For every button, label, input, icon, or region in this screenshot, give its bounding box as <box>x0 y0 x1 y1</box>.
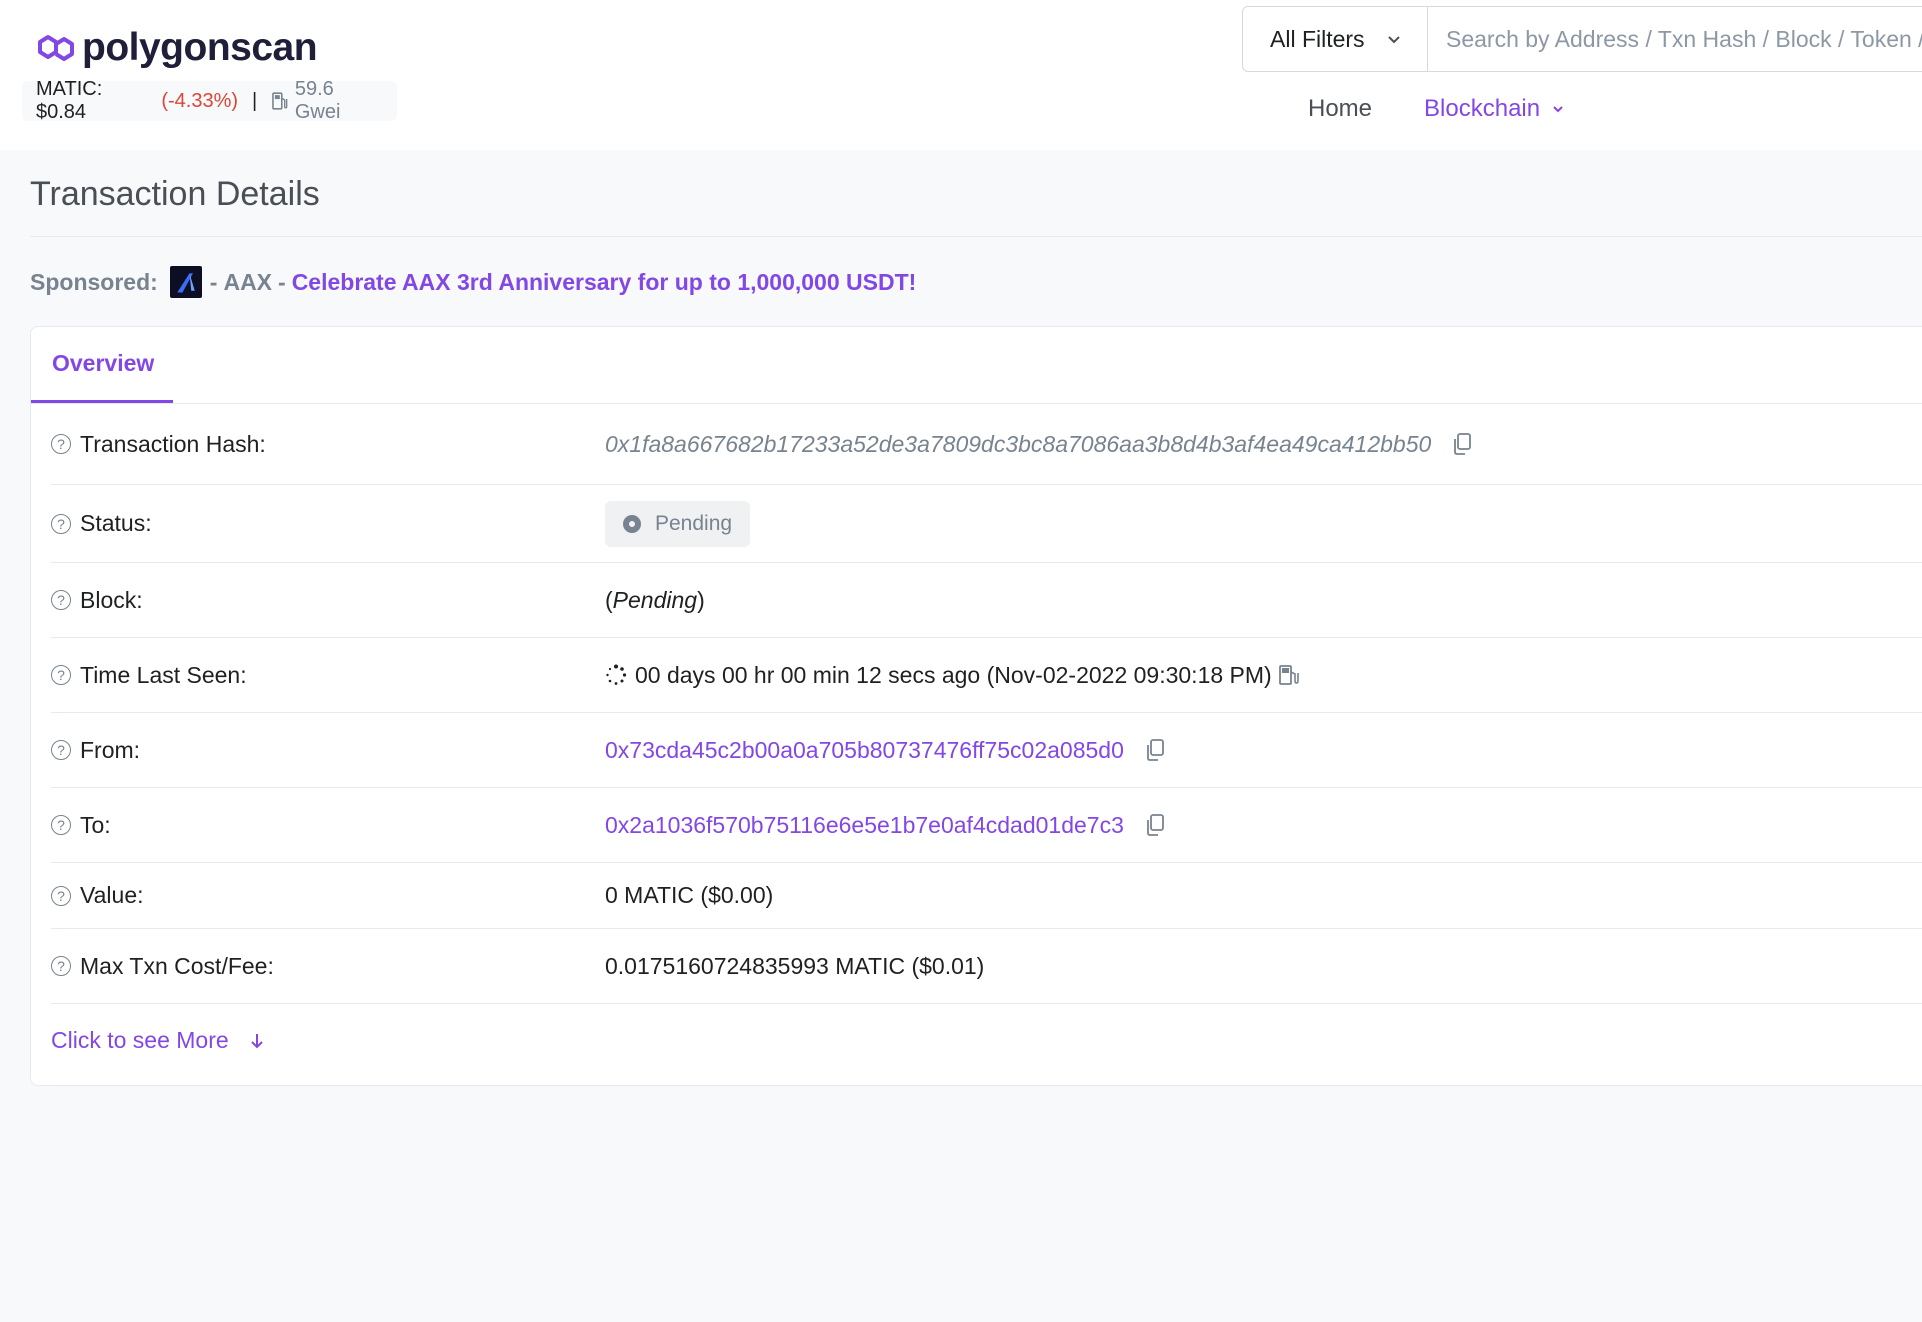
status-badge: Pending <box>605 500 751 547</box>
label-text: Block: <box>80 586 143 613</box>
row-value: (Pending) <box>605 587 705 614</box>
question-icon[interactable]: ? <box>51 434 71 454</box>
sponsor-dash: - <box>209 268 218 295</box>
site-header: polygonscan MATIC: $0.84 (-4.33%) | 59.6… <box>0 0 1922 150</box>
row-value: 0x1fa8a667682b17233a52de3a7809dc3bc8a708… <box>605 431 1473 458</box>
label-text: From: <box>80 736 141 763</box>
gas-pump-icon <box>272 92 288 110</box>
price-ticker: MATIC: $0.84 (-4.33%) | 59.6 Gwei <box>22 78 397 124</box>
row-to: ? To: 0x2a1036f570b75116e6e5e1b7e0af4cda… <box>51 788 1922 863</box>
sponsored-banner: Sponsored: - AAX - Celebrate AAX 3rd Ann… <box>30 266 916 298</box>
label-text: Time Last Seen: <box>80 661 247 688</box>
to-address-link[interactable]: 0x2a1036f570b75116e6e5e1b7e0af4cdad01de7… <box>605 812 1124 839</box>
row-label: ? Status: <box>51 510 605 537</box>
row-label: ? Value: <box>51 882 605 909</box>
divider <box>30 236 1922 237</box>
matic-price: MATIC: $0.84 <box>36 78 103 123</box>
row-status: ? Status: Pending <box>51 485 1922 563</box>
polygon-logo-icon <box>38 35 74 61</box>
sponsor-link[interactable]: Celebrate AAX 3rd Anniversary for up to … <box>292 269 917 296</box>
label-text: To: <box>80 811 111 838</box>
filter-select[interactable]: All Filters <box>1243 7 1428 71</box>
copy-icon[interactable] <box>1451 432 1473 456</box>
sponsor-dash: - <box>278 268 286 295</box>
sponsor-name: AAX <box>223 268 273 295</box>
row-label: ? From: <box>51 737 605 764</box>
chevron-down-icon <box>1553 106 1563 113</box>
ticker-separator: | <box>252 89 258 112</box>
logo-text: polygonscan <box>82 26 318 69</box>
arrow-down-icon <box>250 1033 263 1048</box>
row-label: ? Transaction Hash: <box>51 431 605 458</box>
gas-pump-icon[interactable] <box>1278 664 1300 686</box>
nav-blockchain-label: Blockchain <box>1424 95 1541 122</box>
row-value: 0.0175160724835993 MATIC ($0.01) <box>605 953 984 980</box>
chevron-down-icon <box>1387 36 1400 44</box>
question-icon[interactable]: ? <box>51 885 71 906</box>
gas-price[interactable]: 59.6 Gwei <box>295 78 383 124</box>
site-logo[interactable]: polygonscan <box>34 26 318 70</box>
main-nav: Home Blockchain <box>1308 95 1564 123</box>
price-change: (-4.33%) <box>161 89 239 112</box>
question-icon[interactable]: ? <box>51 815 71 835</box>
row-value: 0 MATIC ($0.00) <box>605 882 773 909</box>
transaction-hash: 0x1fa8a667682b17233a52de3a7809dc3bc8a708… <box>605 430 1432 457</box>
question-icon[interactable]: ? <box>51 740 71 760</box>
see-more-link[interactable]: Click to see More <box>51 1027 265 1054</box>
row-block: ? Block: (Pending) <box>51 563 1922 638</box>
tab-bar: Overview <box>31 327 1922 404</box>
label-text: Value: <box>80 882 144 908</box>
copy-icon[interactable] <box>1144 738 1166 762</box>
question-icon[interactable]: ? <box>51 513 71 534</box>
transaction-value: 0 MATIC ($0.00) <box>605 882 774 908</box>
row-value: Pending <box>605 500 751 547</box>
filter-select-label: All Filters <box>1270 25 1365 52</box>
question-icon[interactable]: ? <box>51 956 71 976</box>
nav-blockchain[interactable]: Blockchain <box>1424 95 1564 123</box>
row-time-last-seen: ? Time Last Seen: 00 days 00 hr 00 min 1… <box>51 638 1922 713</box>
label-text: Transaction Hash: <box>80 430 266 457</box>
see-more-label: Click to see More <box>51 1027 229 1053</box>
row-max-fee: ? Max Txn Cost/Fee: 0.0175160724835993 M… <box>51 929 1922 1004</box>
label-text: Status: <box>80 510 152 536</box>
block-paren-close: ) <box>697 586 705 613</box>
block-value: Pending <box>612 586 698 613</box>
spinner-icon <box>606 664 627 685</box>
pending-dot-icon <box>623 514 641 533</box>
row-value: 00 days 00 hr 00 min 12 secs ago (Nov-02… <box>605 662 1300 689</box>
tab-overview[interactable]: Overview <box>31 327 173 403</box>
search-input[interactable] <box>1428 7 1922 71</box>
aax-logo-glyph <box>177 273 195 293</box>
time-last-seen: 00 days 00 hr 00 min 12 secs ago (Nov-02… <box>635 661 1272 688</box>
row-label: ? Max Txn Cost/Fee: <box>51 953 605 980</box>
status-text: Pending <box>655 511 733 535</box>
question-icon[interactable]: ? <box>51 590 71 610</box>
aax-logo-icon[interactable] <box>169 266 202 298</box>
row-label: ? Block: <box>51 587 605 614</box>
row-value: 0x2a1036f570b75116e6e5e1b7e0af4cdad01de7… <box>605 812 1166 839</box>
nav-home[interactable]: Home <box>1308 95 1372 123</box>
row-from: ? From: 0x73cda45c2b00a0a705b80737476ff7… <box>51 713 1922 788</box>
row-value: 0x73cda45c2b00a0a705b80737476ff75c02a085… <box>605 737 1166 764</box>
sponsored-label: Sponsored: <box>30 268 158 295</box>
row-value-amount: ? Value: 0 MATIC ($0.00) <box>51 863 1922 929</box>
search-bar: All Filters <box>1242 6 1922 72</box>
copy-icon[interactable] <box>1144 813 1166 837</box>
question-icon[interactable]: ? <box>51 665 71 685</box>
row-transaction-hash: ? Transaction Hash: 0x1fa8a667682b17233a… <box>51 404 1922 485</box>
label-text: Max Txn Cost/Fee: <box>80 952 274 979</box>
from-address-link[interactable]: 0x73cda45c2b00a0a705b80737476ff75c02a085… <box>605 737 1124 764</box>
block-paren-open: ( <box>605 586 613 613</box>
overview-card: Overview ? Transaction Hash: 0x1fa8a6676… <box>30 326 1922 1086</box>
row-label: ? Time Last Seen: <box>51 662 605 689</box>
max-fee-value: 0.0175160724835993 MATIC ($0.01) <box>605 952 985 979</box>
page-title: Transaction Details <box>30 175 320 213</box>
row-label: ? To: <box>51 812 605 839</box>
